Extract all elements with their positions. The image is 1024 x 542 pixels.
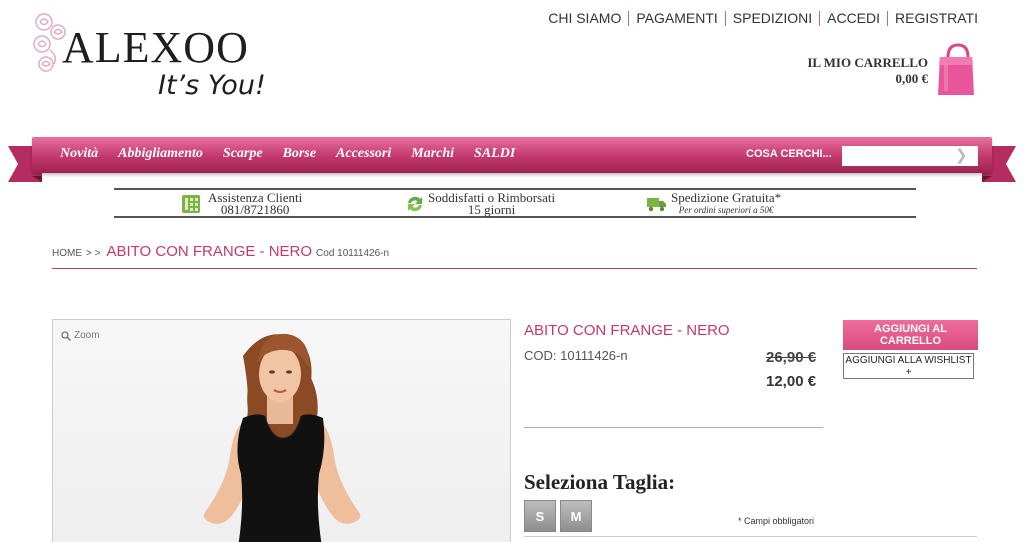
size-option-s[interactable]: S — [524, 500, 556, 532]
link-registrati[interactable]: REGISTRATI — [887, 11, 978, 26]
search-label: COSA CERCHI... — [746, 148, 832, 160]
nav-borse[interactable]: Borse — [283, 146, 316, 162]
wishlist-label: AGGIUNGI ALLA WISHLIST — [845, 355, 972, 366]
zoom-control[interactable]: Zoom — [61, 330, 100, 341]
details-divider — [524, 427, 823, 428]
service-info-bar: Assistenza Clienti 081/8721860 Soddisfat… — [114, 188, 916, 218]
nav-abbigliamento[interactable]: Abbigliamento — [118, 146, 203, 162]
mini-cart[interactable]: IL MIO CARRELLO 0,00 € — [807, 55, 928, 87]
size-divider — [524, 536, 977, 537]
link-pagamenti[interactable]: PAGAMENTI — [628, 11, 724, 26]
nav-accessori[interactable]: Accessori — [336, 146, 391, 162]
main-nav: Novità Abbigliamento Scarpe Borse Access… — [32, 137, 992, 173]
breadcrumb: HOME > > ABITO CON FRANGE - NERO Cod 101… — [52, 243, 389, 260]
info-spedizione-title: Spedizione Gratuita* — [671, 190, 782, 205]
info-rimborso-days: 15 giorni — [467, 202, 516, 217]
zoom-label: Zoom — [74, 330, 100, 341]
logo-tagline: It’s You! — [158, 70, 266, 101]
required-fields-note: * Campi obbligatori — [738, 516, 815, 526]
link-accedi[interactable]: ACCEDI — [819, 11, 887, 26]
cart-total: 0,00 € — [895, 71, 929, 86]
refresh-arrows-icon — [408, 196, 422, 212]
nav-marchi[interactable]: Marchi — [411, 146, 454, 162]
info-assistenza: Assistenza Clienti 081/8721860 — [180, 191, 302, 217]
phone-calculator-icon — [182, 195, 200, 213]
breadcrumb-home[interactable]: HOME — [52, 248, 82, 259]
nav-saldi[interactable]: SALDI — [474, 146, 515, 162]
product-code: COD: 10111426-n — [524, 348, 628, 363]
top-links: CHI SIAMO PAGAMENTI SPEDIZIONI ACCEDI RE… — [541, 11, 978, 26]
old-price: 26,90 € — [766, 349, 817, 366]
breadcrumb-code: Cod 10111426-n — [316, 248, 390, 259]
product-code-value: 10111426-n — [560, 348, 628, 363]
chevron-right-icon[interactable]: ❯ — [955, 148, 968, 164]
nav-scarpe[interactable]: Scarpe — [223, 146, 263, 162]
cart-label: IL MIO CARRELLO — [807, 55, 928, 70]
info-spedizione: Spedizione Gratuita* Per ordini superior… — [646, 190, 782, 216]
site-logo[interactable]: ALEXOO It’s You! — [32, 10, 302, 105]
product-image[interactable]: Zoom — [52, 319, 511, 542]
product-code-label: COD: — [524, 348, 557, 363]
breadcrumb-separator: > > — [86, 248, 101, 259]
breadcrumb-current: ABITO CON FRANGE - NERO — [106, 243, 313, 260]
link-spedizioni[interactable]: SPEDIZIONI — [724, 11, 819, 26]
logo-brand-name: ALEXOO — [62, 23, 249, 72]
info-rimborso: Soddisfatti o Rimborsati 15 giorni — [404, 191, 555, 217]
breadcrumb-divider — [52, 268, 977, 269]
delivery-truck-icon — [647, 198, 666, 212]
model-photo — [203, 333, 361, 542]
size-option-m[interactable]: M — [560, 500, 592, 532]
size-selector-title: Seleziona Taglia: — [524, 470, 676, 494]
link-chi-siamo[interactable]: CHI SIAMO — [541, 11, 628, 26]
wishlist-plus-icon: + — [905, 367, 912, 378]
magnifier-icon — [61, 330, 71, 341]
info-assistenza-phone: 081/8721860 — [220, 202, 290, 217]
nav-novita[interactable]: Novità — [60, 146, 98, 162]
add-to-cart-button[interactable]: AGGIUNGI AL CARRELLO — [843, 320, 978, 350]
add-to-wishlist-button[interactable]: AGGIUNGI ALLA WISHLIST + — [843, 353, 974, 379]
sale-price: 12,00 € — [766, 373, 817, 390]
shopping-bag-icon[interactable] — [936, 41, 976, 99]
info-spedizione-note: Per ordini superiori a 50€ — [678, 205, 774, 215]
product-title: ABITO CON FRANGE - NERO — [524, 322, 730, 339]
